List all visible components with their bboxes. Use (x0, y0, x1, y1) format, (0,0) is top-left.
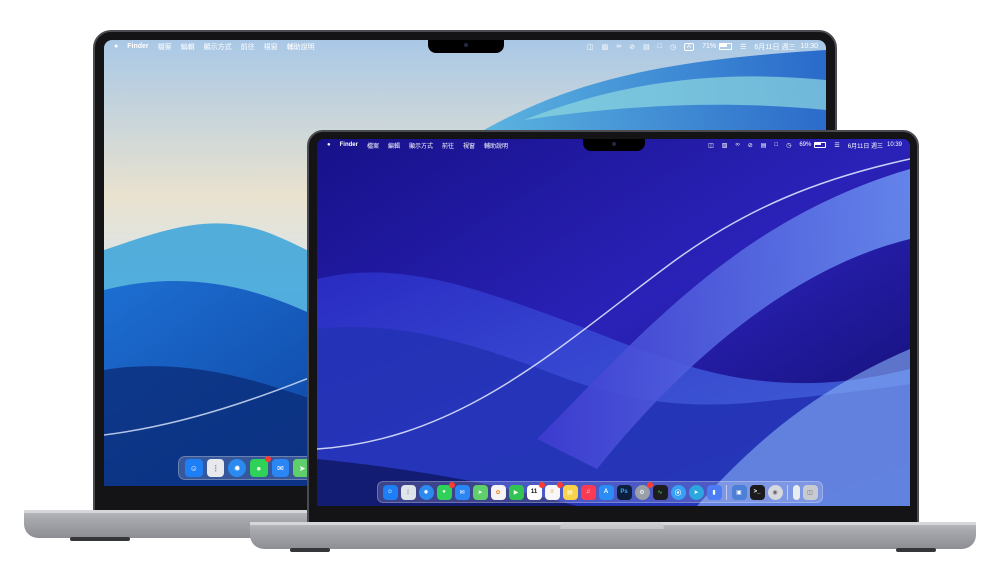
display-icon[interactable]: ◫ (587, 43, 594, 51)
creative-cloud-icon[interactable]: ∞ (735, 142, 739, 148)
small-macbook-foot-left (290, 548, 330, 552)
dock-messages-icon[interactable]: ● (436, 481, 455, 500)
notification-badge (538, 481, 545, 488)
battery-percent[interactable]: 71% (702, 43, 716, 50)
dock-system-info-icon[interactable]: ◉ (767, 484, 783, 500)
dock-reminders-icon[interactable]: ≡ (544, 481, 563, 500)
notification-badge (264, 456, 271, 462)
dock-telegram-icon[interactable]: ➤ (688, 484, 704, 500)
creative-cloud-icon[interactable]: ∞ (616, 43, 621, 50)
display-icon[interactable]: ◫ (708, 142, 714, 149)
dock-music-icon[interactable]: ♫ (580, 484, 596, 500)
screenshot-icon[interactable]: □ (774, 142, 778, 148)
dock-safari-icon[interactable]: ✹ (418, 484, 434, 500)
menu-finder[interactable]: Finder (340, 142, 358, 148)
large-camera-notch (428, 40, 504, 53)
dock-finder-icon[interactable]: ☺ (185, 459, 203, 477)
screen-share-icon[interactable]: ▧ (602, 43, 609, 51)
menu-go[interactable]: 前往 (241, 42, 255, 52)
menu-window[interactable]: 視窗 (463, 141, 475, 150)
screen-share-icon[interactable]: ▧ (722, 142, 728, 149)
notification-badge (556, 481, 563, 488)
dock-activity-monitor-icon[interactable]: ∿ (652, 484, 668, 500)
sync-icon[interactable]: ⊘ (629, 43, 635, 51)
dock-separator (726, 484, 727, 500)
menubar-time[interactable]: 10:30 (800, 43, 818, 50)
dock-system-settings-icon[interactable]: ⚙ (634, 481, 653, 500)
clipboard-icon[interactable]: ▤ (643, 43, 650, 51)
dock-downloads-icon[interactable] (792, 484, 800, 500)
dock-mail-icon[interactable]: ✉ (271, 459, 290, 477)
dock-trash-icon[interactable]: ◫ (802, 484, 818, 500)
menu-view[interactable]: 顯示方式 (409, 141, 433, 150)
menu-window[interactable]: 視窗 (264, 42, 278, 52)
battery-icon[interactable] (814, 142, 827, 148)
menubar-date[interactable]: 6月11日 週三 (848, 141, 883, 150)
large-macbook-foot (70, 537, 130, 541)
menu-finder[interactable]: Finder (127, 43, 148, 50)
small-macbook-foot-right (896, 548, 936, 552)
dock-safari-icon[interactable]: ✹ (228, 459, 247, 477)
dock-photos-icon[interactable]: ✿ (490, 484, 506, 500)
dock-notes-icon[interactable]: ▤ (562, 484, 578, 500)
small-macbook-screen: ● Finder 檔案 編輯 顯示方式 前往 視窗 輔助說明 ◫ ▧ ∞ ⊘ ▤… (317, 139, 910, 506)
menubar-date[interactable]: 6月11日 週三 (754, 42, 795, 52)
dock-launchpad-icon[interactable]: ⋮ (400, 484, 416, 500)
dock-airdrop-icon[interactable]: ⦿ (670, 484, 686, 500)
calendar-date: 11 (530, 489, 538, 495)
camera-icon (464, 43, 468, 47)
sync-icon[interactable]: ⊘ (748, 142, 753, 149)
camera-icon (612, 142, 616, 146)
dock-messages-icon[interactable]: ● (250, 456, 271, 477)
dock-zoom-icon[interactable]: ▮ (706, 484, 722, 500)
dock-finder-icon[interactable]: ☺ (382, 484, 398, 500)
small-dock: ☺ ⋮ ✹ ● ✉ ➤ ✿ ▶ 11 ≡ ▤ ♫ A Ps ⚙ ∿ ⦿ ➤ ▮ … (377, 481, 823, 503)
clipboard-icon[interactable]: ▤ (761, 142, 767, 149)
menu-view[interactable]: 顯示方式 (204, 42, 232, 52)
dock-preview-icon[interactable]: ▣ (731, 484, 747, 500)
menubar-time[interactable]: 10:39 (887, 142, 902, 148)
timer-icon[interactable]: ◷ (786, 142, 791, 149)
menu-help[interactable]: 輔助說明 (484, 141, 508, 150)
dock-calendar-icon[interactable]: 11 (526, 481, 545, 500)
menu-file[interactable]: 檔案 (158, 42, 172, 52)
apple-logo-icon[interactable]: ● (114, 43, 118, 50)
input-source-icon[interactable]: A (684, 42, 695, 51)
dock-launchpad-icon[interactable]: ⋮ (206, 459, 225, 477)
screenshot-icon[interactable]: □ (658, 43, 662, 50)
notification-badge (448, 481, 455, 488)
dock-mail-icon[interactable]: ✉ (454, 484, 470, 500)
dock-photoshop-icon[interactable]: Ps (616, 484, 632, 500)
menu-help[interactable]: 輔助說明 (287, 42, 315, 52)
dock-facetime-icon[interactable]: ▶ (508, 484, 524, 500)
menu-file[interactable]: 檔案 (367, 141, 379, 150)
timer-icon[interactable]: ◷ (670, 43, 676, 51)
dock-separator (787, 484, 788, 500)
dock-terminal-icon[interactable]: >_ (749, 484, 765, 500)
menu-go[interactable]: 前往 (442, 141, 454, 150)
large-dock: ☺ ⋮ ✹ ● ✉ ➤ (178, 456, 318, 480)
menu-edit[interactable]: 編輯 (181, 42, 195, 52)
apple-logo-icon[interactable]: ● (327, 142, 331, 148)
menu-edit[interactable]: 編輯 (388, 141, 400, 150)
battery-icon[interactable] (719, 43, 733, 50)
notification-badge (646, 481, 653, 488)
control-center-icon[interactable]: ☰ (834, 142, 839, 149)
small-camera-notch (583, 139, 645, 151)
small-macbook-base (250, 522, 976, 549)
dock-maps-icon[interactable]: ➤ (472, 484, 488, 500)
battery-percent[interactable]: 69% (799, 142, 811, 148)
trackpad-notch (560, 522, 664, 529)
dock-app-store-icon[interactable]: A (598, 484, 614, 500)
small-wallpaper (317, 139, 910, 506)
control-center-icon[interactable]: ☰ (740, 43, 746, 51)
